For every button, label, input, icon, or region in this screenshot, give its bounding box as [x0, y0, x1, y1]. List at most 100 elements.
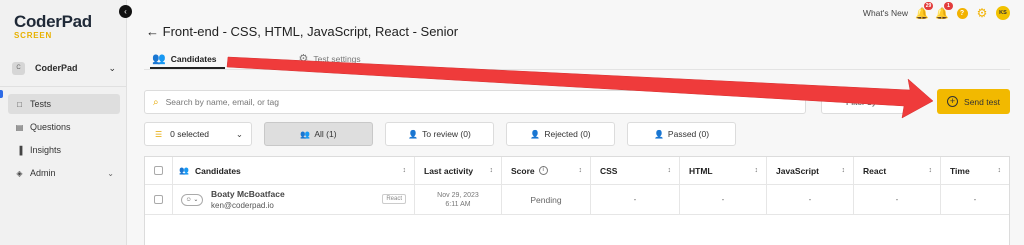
candidate-avatar-dropdown[interactable]: ☺ ⌄: [181, 193, 203, 206]
chevron-left-icon[interactable]: ‹: [119, 5, 132, 18]
chevron-down-icon: ⌄: [107, 168, 114, 178]
shield-icon: ◈: [16, 168, 23, 178]
tab-test-settings[interactable]: ⚙ Test settings: [299, 52, 361, 65]
last-activity-date: Nov 29, 2023: [437, 191, 479, 199]
sort-icon: ↕: [754, 167, 759, 174]
sidebar-item-insights[interactable]: ▐ Insights: [8, 140, 120, 160]
sidebar-item-questions[interactable]: ▤ Questions: [8, 117, 120, 137]
person-check-icon: 👤: [653, 129, 664, 139]
candidates-table: 👥 Candidates ↕ Last activity ↕ Score i ↕…: [144, 156, 1010, 245]
notification-icon[interactable]: 🔔 1: [935, 2, 953, 20]
bar-chart-icon: ▐: [16, 145, 23, 155]
search-bar[interactable]: ⌕: [144, 90, 806, 114]
html-score: -: [721, 195, 725, 204]
header-score[interactable]: Score i ↕: [502, 157, 591, 184]
help-icon[interactable]: ?: [956, 7, 968, 19]
candidate-email: ken@coderpad.io: [211, 201, 274, 210]
header-candidates[interactable]: 👥 Candidates ↕: [173, 157, 415, 184]
user-avatar[interactable]: KS: [996, 6, 1010, 20]
react-score: -: [895, 195, 899, 204]
header-javascript[interactable]: JavaScript ↕: [767, 157, 854, 184]
logo-main-text: CoderPad: [14, 12, 92, 31]
people-icon: 👥: [152, 53, 166, 65]
header-html[interactable]: HTML ↕: [680, 157, 767, 184]
tabs: 👥 Candidates ⚙ Test settings: [152, 52, 361, 65]
whats-new-badge: 29: [924, 2, 933, 10]
sort-icon: ↕: [997, 167, 1002, 174]
header-label: Score: [511, 165, 535, 176]
table-header-row: 👥 Candidates ↕ Last activity ↕ Score i ↕…: [145, 157, 1009, 185]
back-arrow-icon[interactable]: ←: [146, 24, 159, 39]
table-row[interactable]: ☺ ⌄ Boaty McBoatface ken@coderpad.io Rea…: [145, 185, 1009, 215]
question-list-icon: ▤: [15, 122, 24, 132]
sidebar-divider: [0, 86, 126, 87]
row-checkbox[interactable]: [154, 195, 163, 204]
active-indicator: [0, 90, 3, 98]
chip-label: To review (0): [422, 129, 471, 139]
header-label: Time: [950, 165, 970, 176]
chip-label: Rejected (0): [544, 129, 591, 139]
sort-icon: ↕: [928, 167, 933, 174]
sidebar-item-label: Insights: [30, 145, 62, 155]
last-activity-time: 6:11 AM: [445, 200, 471, 208]
page-title: ← Front-end - CSS, HTML, JavaScript, Rea…: [146, 24, 458, 39]
selection-label: 0 selected: [170, 129, 209, 139]
coderpad-logo[interactable]: CoderPad SCREEN: [14, 12, 92, 40]
info-icon[interactable]: i: [538, 166, 548, 175]
chevron-down-icon: ⌄: [235, 128, 243, 139]
filter-chip-rejected[interactable]: 👤 Rejected (0): [506, 122, 615, 146]
sort-icon: ↕: [667, 167, 672, 174]
org-switcher[interactable]: C CoderPad ⌄: [8, 57, 120, 79]
help-symbol: ?: [956, 7, 968, 19]
plus-circle-icon: +: [947, 96, 959, 107]
header-css[interactable]: CSS ↕: [591, 157, 680, 184]
react-cell: -: [854, 185, 941, 214]
header-label: Candidates: [194, 165, 241, 176]
gear-icon[interactable]: ⚙: [976, 6, 988, 20]
header-last-activity[interactable]: Last activity ↕: [415, 157, 502, 184]
sidebar-item-label: Tests: [30, 99, 52, 109]
sidebar-item-admin[interactable]: ◈ Admin ⌄: [8, 163, 120, 183]
search-icon: ⌕: [153, 96, 159, 108]
javascript-score: -: [808, 195, 812, 204]
tab-label: Candidates: [170, 53, 217, 64]
header-label: CSS: [600, 165, 618, 176]
candidate-info: Boaty McBoatface ken@coderpad.io: [211, 189, 285, 210]
header-label: HTML: [689, 165, 713, 176]
page-title-text: Front-end - CSS, HTML, JavaScript, React…: [162, 24, 459, 39]
javascript-cell: -: [767, 185, 854, 214]
sidebar: CoderPad SCREEN C CoderPad ⌄ □ Tests ▤ Q…: [0, 0, 127, 245]
candidate-name[interactable]: Boaty McBoatface: [211, 189, 285, 199]
header-label: React: [863, 165, 887, 176]
filter-label: Filter by: [846, 97, 877, 107]
filter-chip-passed[interactable]: 👤 Passed (0): [627, 122, 736, 146]
select-all-checkbox[interactable]: [154, 166, 163, 175]
tab-label: Test settings: [313, 53, 361, 64]
filter-button[interactable]: Filter by: [821, 90, 909, 114]
tab-candidates[interactable]: 👥 Candidates: [152, 52, 217, 65]
topbar: What's New 🔔 29 🔔 1 ? ⚙ KS: [863, 2, 1010, 20]
send-test-button[interactable]: + Send test: [937, 89, 1010, 114]
last-activity: Nov 29, 2023 6:11 AM: [415, 191, 501, 209]
document-icon: □: [17, 99, 22, 109]
person-x-icon: 👤: [530, 129, 541, 139]
whats-new-icon[interactable]: 🔔 29: [915, 2, 933, 20]
sidebar-item-label: Questions: [30, 122, 71, 132]
filter-chip-all[interactable]: 👥 All (1): [264, 122, 373, 146]
row-checkbox-cell: [145, 185, 173, 214]
html-cell: -: [680, 185, 767, 214]
gear-icon: ⚙: [298, 53, 309, 65]
selection-dropdown[interactable]: ☰ 0 selected ⌄: [144, 122, 252, 146]
search-input[interactable]: [165, 97, 805, 107]
header-react[interactable]: React ↕: [854, 157, 941, 184]
time-cell: -: [941, 185, 1009, 214]
selection-icon: ☰: [155, 129, 163, 139]
sidebar-item-tests[interactable]: □ Tests: [8, 94, 120, 114]
send-test-label: Send test: [964, 96, 1000, 107]
header-time[interactable]: Time ↕: [941, 157, 1009, 184]
org-avatar: C: [12, 61, 25, 75]
chip-label: All (1): [314, 129, 337, 139]
sort-icon: ↕: [489, 167, 494, 174]
whats-new-link[interactable]: What's New: [863, 8, 908, 18]
filter-chip-to-review[interactable]: 👤 To review (0): [385, 122, 494, 146]
